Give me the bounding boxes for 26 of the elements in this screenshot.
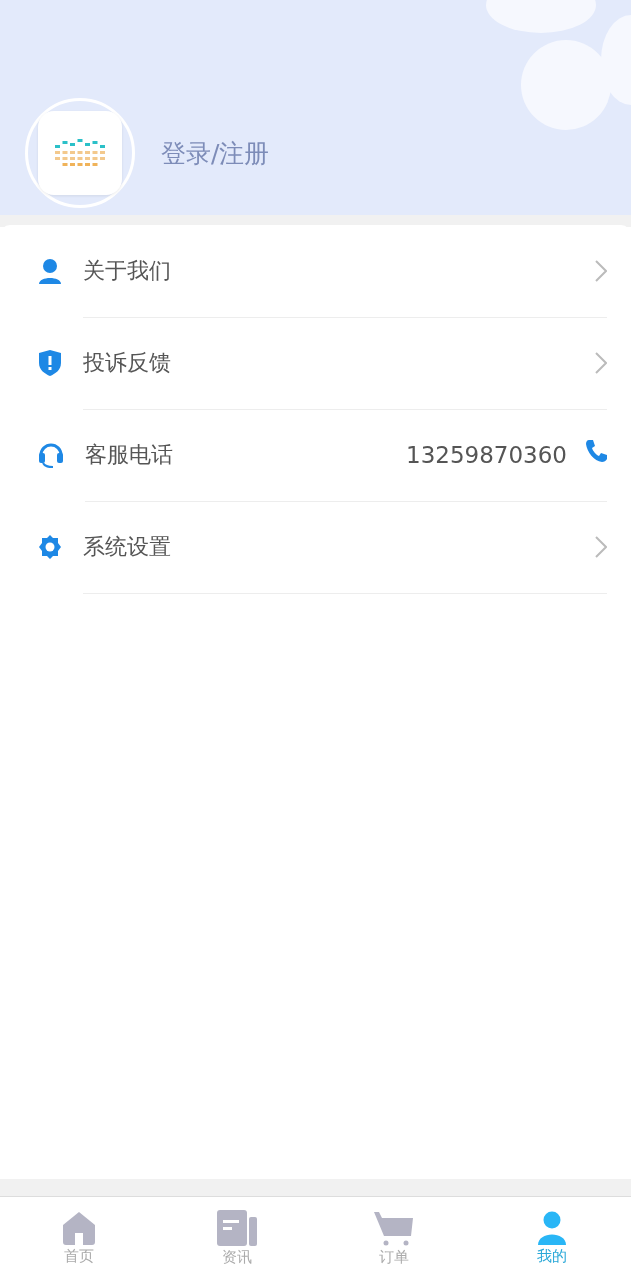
menu-label: 客服电话 — [85, 440, 174, 469]
tab-item[interactable]: 订单 — [315, 1197, 474, 1280]
menu-label: 关于我们 — [83, 256, 172, 285]
user-icon — [537, 1211, 568, 1245]
cart-icon — [374, 1210, 415, 1246]
menu-label: 投诉反馈 — [83, 348, 172, 377]
chevron-right-icon — [595, 351, 607, 374]
phone-number: 13259870360 — [406, 441, 567, 468]
person-icon — [37, 257, 63, 285]
newspaper-icon — [216, 1210, 257, 1246]
home-icon — [61, 1211, 96, 1245]
menu-item[interactable]: 投诉反馈 — [0, 317, 631, 409]
tab-item[interactable]: 我的 — [473, 1197, 631, 1280]
tab-item[interactable]: 首页 — [0, 1197, 158, 1280]
menu-item[interactable]: 系统设置 — [0, 501, 631, 593]
chevron-right-icon — [595, 259, 607, 282]
settings-icon — [37, 534, 63, 560]
tab-item[interactable]: 资讯 — [157, 1197, 316, 1280]
phone-icon[interactable] — [585, 438, 607, 463]
shield-icon — [37, 349, 63, 377]
login-link[interactable]: 登录/注册 — [161, 137, 270, 170]
chevron-right-icon — [595, 535, 607, 558]
menu-item[interactable]: 关于我们 — [0, 225, 631, 317]
menu-label: 系统设置 — [83, 532, 172, 561]
headset-icon — [37, 441, 65, 469]
menu-item[interactable]: 客服电话 13259870360 — [0, 409, 631, 501]
